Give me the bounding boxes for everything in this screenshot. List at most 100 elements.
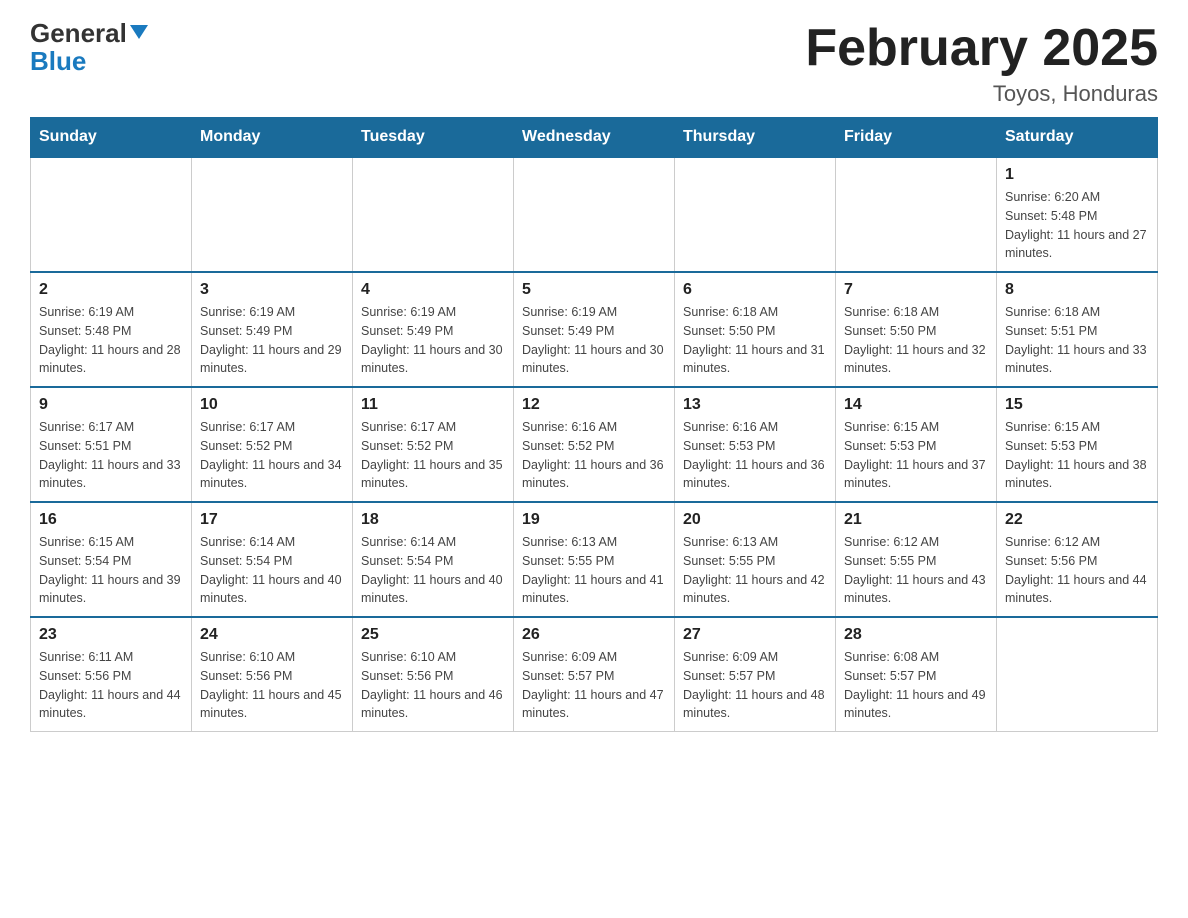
calendar-cell: 23 Sunrise: 6:11 AMSunset: 5:56 PMDayligh… (31, 617, 192, 732)
calendar-cell: 8 Sunrise: 6:18 AMSunset: 5:51 PMDaylight… (997, 272, 1158, 387)
day-info: Sunrise: 6:09 AMSunset: 5:57 PMDaylight:… (522, 648, 666, 723)
day-number: 23 (39, 626, 183, 644)
calendar-cell: 18 Sunrise: 6:14 AMSunset: 5:54 PMDayligh… (353, 502, 514, 617)
calendar-table: Sunday Monday Tuesday Wednesday Thursday… (30, 117, 1158, 732)
day-info: Sunrise: 6:19 AMSunset: 5:48 PMDaylight:… (39, 303, 183, 378)
calendar-cell (192, 157, 353, 272)
day-number: 10 (200, 396, 344, 414)
day-info: Sunrise: 6:11 AMSunset: 5:56 PMDaylight:… (39, 648, 183, 723)
calendar-cell (353, 157, 514, 272)
day-info: Sunrise: 6:08 AMSunset: 5:57 PMDaylight:… (844, 648, 988, 723)
calendar-cell: 20 Sunrise: 6:13 AMSunset: 5:55 PMDayligh… (675, 502, 836, 617)
day-info: Sunrise: 6:10 AMSunset: 5:56 PMDaylight:… (361, 648, 505, 723)
calendar-week-3: 9 Sunrise: 6:17 AMSunset: 5:51 PMDaylight… (31, 387, 1158, 502)
logo-triangle-icon (130, 25, 148, 39)
calendar-week-5: 23 Sunrise: 6:11 AMSunset: 5:56 PMDayligh… (31, 617, 1158, 732)
day-number: 17 (200, 511, 344, 529)
calendar-cell: 13Sunrise: 6:16 AMSunset: 5:53 PMDayligh… (675, 387, 836, 502)
calendar-cell: 26 Sunrise: 6:09 AMSunset: 5:57 PMDayligh… (514, 617, 675, 732)
calendar-cell: 5 Sunrise: 6:19 AMSunset: 5:49 PMDaylight… (514, 272, 675, 387)
day-number: 9 (39, 396, 183, 414)
calendar-week-1: 1 Sunrise: 6:20 AMSunset: 5:48 PMDaylight… (31, 157, 1158, 272)
day-number: 15 (1005, 396, 1149, 414)
header-wednesday: Wednesday (514, 118, 675, 158)
day-number: 6 (683, 281, 827, 299)
day-info: Sunrise: 6:16 AMSunset: 5:52 PMDaylight:… (522, 418, 666, 493)
calendar-cell: 22 Sunrise: 6:12 AMSunset: 5:56 PMDayligh… (997, 502, 1158, 617)
day-info: Sunrise: 6:10 AMSunset: 5:56 PMDaylight:… (200, 648, 344, 723)
day-number: 14 (844, 396, 988, 414)
calendar-cell: 24 Sunrise: 6:10 AMSunset: 5:56 PMDayligh… (192, 617, 353, 732)
day-info: Sunrise: 6:15 AMSunset: 5:53 PMDaylight:… (844, 418, 988, 493)
day-number: 13 (683, 396, 827, 414)
calendar-cell (514, 157, 675, 272)
logo: General Blue (30, 20, 148, 74)
header-saturday: Saturday (997, 118, 1158, 158)
day-number: 12 (522, 396, 666, 414)
calendar-cell: 1 Sunrise: 6:20 AMSunset: 5:48 PMDaylight… (997, 157, 1158, 272)
calendar-cell: 25 Sunrise: 6:10 AMSunset: 5:56 PMDayligh… (353, 617, 514, 732)
header-sunday: Sunday (31, 118, 192, 158)
calendar-cell: 28 Sunrise: 6:08 AMSunset: 5:57 PMDayligh… (836, 617, 997, 732)
day-number: 11 (361, 396, 505, 414)
day-info: Sunrise: 6:12 AMSunset: 5:56 PMDaylight:… (1005, 533, 1149, 608)
day-number: 1 (1005, 166, 1149, 184)
calendar-cell: 21Sunrise: 6:12 AMSunset: 5:55 PMDayligh… (836, 502, 997, 617)
day-info: Sunrise: 6:17 AMSunset: 5:52 PMDaylight:… (361, 418, 505, 493)
calendar-cell: 19Sunrise: 6:13 AMSunset: 5:55 PMDayligh… (514, 502, 675, 617)
day-info: Sunrise: 6:17 AMSunset: 5:52 PMDaylight:… (200, 418, 344, 493)
location: Toyos, Honduras (805, 81, 1158, 107)
calendar-cell: 15 Sunrise: 6:15 AMSunset: 5:53 PMDayligh… (997, 387, 1158, 502)
day-number: 21 (844, 511, 988, 529)
day-number: 18 (361, 511, 505, 529)
day-info: Sunrise: 6:17 AMSunset: 5:51 PMDaylight:… (39, 418, 183, 493)
day-info: Sunrise: 6:19 AMSunset: 5:49 PMDaylight:… (522, 303, 666, 378)
day-number: 22 (1005, 511, 1149, 529)
calendar-cell: 7Sunrise: 6:18 AMSunset: 5:50 PMDaylight… (836, 272, 997, 387)
day-info: Sunrise: 6:15 AMSunset: 5:54 PMDaylight:… (39, 533, 183, 608)
logo-blue-text: Blue (30, 48, 86, 74)
day-number: 24 (200, 626, 344, 644)
page-header: General Blue February 2025 Toyos, Hondur… (30, 20, 1158, 107)
calendar-cell: 27 Sunrise: 6:09 AMSunset: 5:57 PMDayligh… (675, 617, 836, 732)
calendar-week-2: 2 Sunrise: 6:19 AMSunset: 5:48 PMDaylight… (31, 272, 1158, 387)
day-number: 16 (39, 511, 183, 529)
header-thursday: Thursday (675, 118, 836, 158)
day-info: Sunrise: 6:19 AMSunset: 5:49 PMDaylight:… (361, 303, 505, 378)
day-number: 27 (683, 626, 827, 644)
calendar-cell: 6 Sunrise: 6:18 AMSunset: 5:50 PMDaylight… (675, 272, 836, 387)
day-info: Sunrise: 6:09 AMSunset: 5:57 PMDaylight:… (683, 648, 827, 723)
day-number: 19 (522, 511, 666, 529)
calendar-cell (836, 157, 997, 272)
day-info: Sunrise: 6:13 AMSunset: 5:55 PMDaylight:… (683, 533, 827, 608)
day-info: Sunrise: 6:15 AMSunset: 5:53 PMDaylight:… (1005, 418, 1149, 493)
title-block: February 2025 Toyos, Honduras (805, 20, 1158, 107)
header-friday: Friday (836, 118, 997, 158)
calendar-cell (997, 617, 1158, 732)
day-number: 3 (200, 281, 344, 299)
day-number: 25 (361, 626, 505, 644)
calendar-cell: 3Sunrise: 6:19 AMSunset: 5:49 PMDaylight… (192, 272, 353, 387)
day-info: Sunrise: 6:18 AMSunset: 5:51 PMDaylight:… (1005, 303, 1149, 378)
day-info: Sunrise: 6:14 AMSunset: 5:54 PMDaylight:… (361, 533, 505, 608)
calendar-cell: 9 Sunrise: 6:17 AMSunset: 5:51 PMDaylight… (31, 387, 192, 502)
day-number: 2 (39, 281, 183, 299)
day-info: Sunrise: 6:18 AMSunset: 5:50 PMDaylight:… (844, 303, 988, 378)
calendar-cell: 17 Sunrise: 6:14 AMSunset: 5:54 PMDayligh… (192, 502, 353, 617)
day-number: 26 (522, 626, 666, 644)
day-number: 20 (683, 511, 827, 529)
day-info: Sunrise: 6:18 AMSunset: 5:50 PMDaylight:… (683, 303, 827, 378)
calendar-cell: 2 Sunrise: 6:19 AMSunset: 5:48 PMDaylight… (31, 272, 192, 387)
day-number: 8 (1005, 281, 1149, 299)
calendar-cell (31, 157, 192, 272)
header-monday: Monday (192, 118, 353, 158)
calendar-cell: 10 Sunrise: 6:17 AMSunset: 5:52 PMDayligh… (192, 387, 353, 502)
day-info: Sunrise: 6:14 AMSunset: 5:54 PMDaylight:… (200, 533, 344, 608)
day-number: 4 (361, 281, 505, 299)
month-title: February 2025 (805, 20, 1158, 77)
day-number: 28 (844, 626, 988, 644)
day-info: Sunrise: 6:20 AMSunset: 5:48 PMDaylight:… (1005, 188, 1149, 263)
day-number: 5 (522, 281, 666, 299)
calendar-cell: 16 Sunrise: 6:15 AMSunset: 5:54 PMDayligh… (31, 502, 192, 617)
calendar-cell: 11 Sunrise: 6:17 AMSunset: 5:52 PMDayligh… (353, 387, 514, 502)
